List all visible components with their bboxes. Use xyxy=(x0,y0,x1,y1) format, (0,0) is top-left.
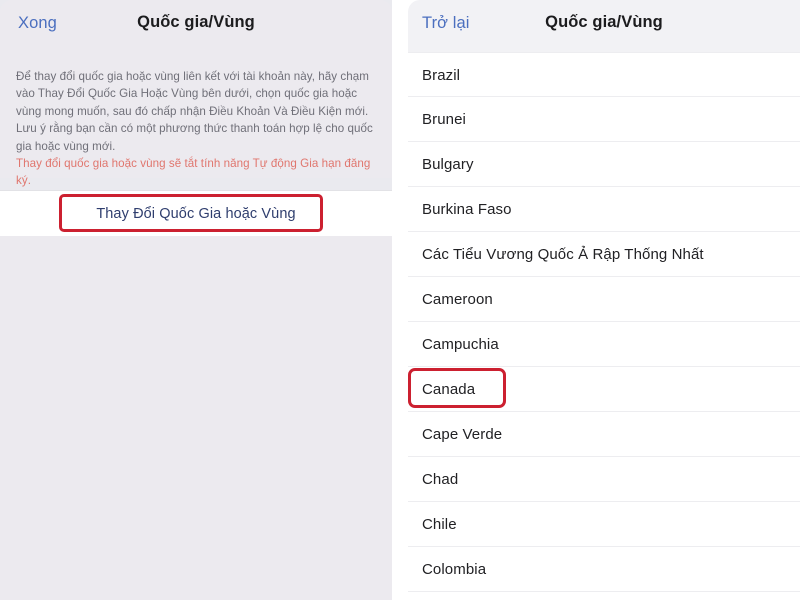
change-country-button-label[interactable]: Thay Đổi Quốc Gia hoặc Vùng xyxy=(96,206,295,222)
country-list-item[interactable]: Colombia xyxy=(408,547,800,592)
left-page-title: Quốc gia/Vùng xyxy=(137,13,255,31)
country-list[interactable]: Brazil Brunei Bulgary Burkina Faso Các Tiểu … xyxy=(408,52,800,592)
right-page-title: Quốc gia/Vùng xyxy=(545,13,663,31)
country-list-item[interactable]: Canada xyxy=(408,367,800,412)
left-empty-area xyxy=(0,236,392,600)
country-list-item[interactable]: Brunei xyxy=(408,97,800,142)
right-navigation-bar: Trở lại Quốc gia/Vùng xyxy=(408,0,800,52)
country-list-item[interactable]: Các Tiểu Vương Quốc Ả Rập Thống Nhất xyxy=(408,232,800,277)
warning-text: Thay đổi quốc gia hoặc vùng sẽ tắt tính … xyxy=(16,157,371,188)
description-text: Để thay đổi quốc gia hoặc vùng liên kết … xyxy=(16,70,373,153)
left-description-area: Để thay đổi quốc gia hoặc vùng liên kết … xyxy=(0,52,392,187)
left-phone-panel: Xong Quốc gia/Vùng Để thay đổi quốc gia … xyxy=(0,0,392,600)
country-list-item[interactable]: Bulgary xyxy=(408,142,800,187)
right-phone-panel: Trở lại Quốc gia/Vùng Brazil Brunei Bulgar… xyxy=(408,0,800,600)
country-list-item[interactable]: Cape Verde xyxy=(408,412,800,457)
country-list-item[interactable]: Chad xyxy=(408,457,800,502)
country-list-item[interactable]: Brazil xyxy=(408,52,800,97)
country-list-item[interactable]: Burkina Faso xyxy=(408,187,800,232)
screenshot-root: Xong Quốc gia/Vùng Để thay đổi quốc gia … xyxy=(0,0,800,600)
country-list-item[interactable]: Cameroon xyxy=(408,277,800,322)
country-list-item[interactable]: Campuchia xyxy=(408,322,800,367)
country-list-item[interactable]: Chile xyxy=(408,502,800,547)
change-country-button-row[interactable]: Thay Đổi Quốc Gia hoặc Vùng xyxy=(0,190,392,237)
left-navigation-bar: Xong Quốc gia/Vùng xyxy=(0,0,392,52)
